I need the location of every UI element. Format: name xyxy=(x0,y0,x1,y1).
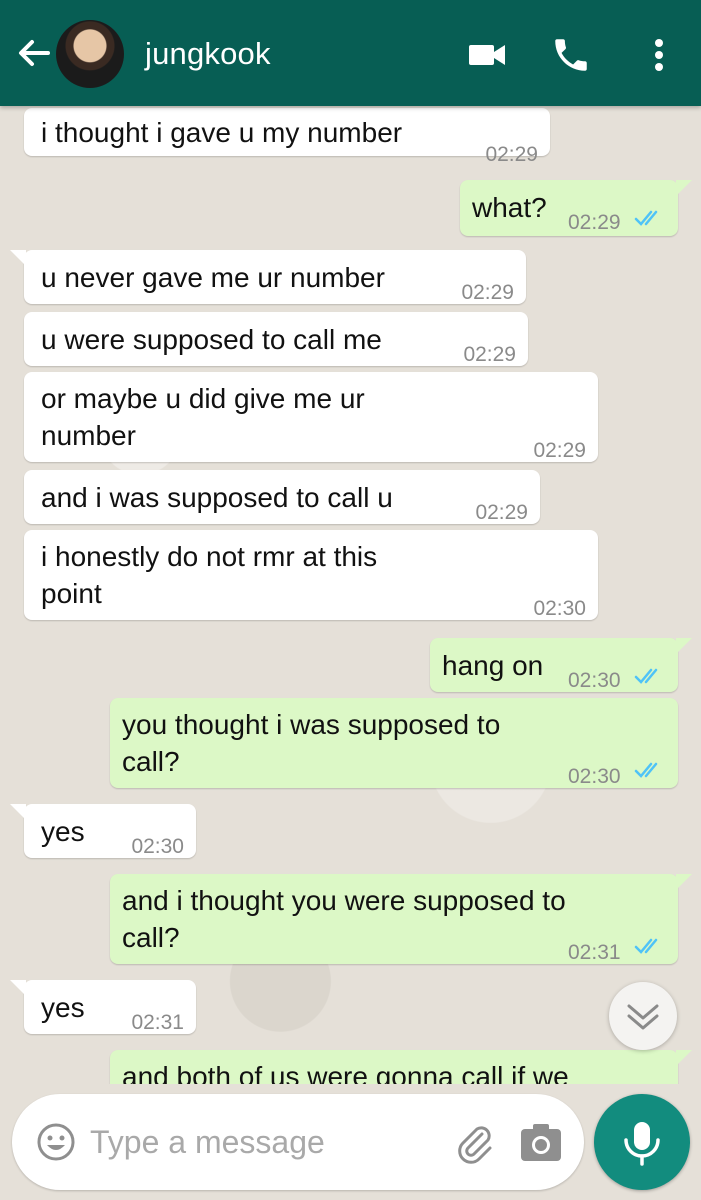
scroll-to-bottom-button[interactable] xyxy=(609,982,677,1050)
bubble-tail xyxy=(10,250,26,266)
message-outgoing[interactable]: and i thought you were supposed to call?… xyxy=(110,874,692,964)
chat-header: jungkook xyxy=(0,0,701,106)
microphone-icon xyxy=(624,1122,660,1166)
read-ticks-icon xyxy=(634,938,658,954)
message-incoming[interactable]: and i was supposed to call u 02:29 xyxy=(24,470,540,524)
message-time: 02:29 xyxy=(485,143,538,166)
bubble-tail xyxy=(10,804,26,820)
more-vertical-icon xyxy=(655,39,663,71)
message-composer: Type a message xyxy=(12,1094,584,1190)
bubble-tail xyxy=(676,638,692,654)
contact-avatar[interactable] xyxy=(56,20,124,88)
message-outgoing[interactable]: what? 02:29 xyxy=(460,180,692,236)
message-time: 02:29 xyxy=(568,211,621,234)
video-camera-icon xyxy=(469,45,505,65)
message-text: and i was supposed to call u xyxy=(41,482,393,513)
message-text: or maybe u did give me ur number xyxy=(41,383,365,451)
menu-button[interactable] xyxy=(638,34,680,76)
message-time: 02:29 xyxy=(475,501,528,524)
bubble-tail xyxy=(676,1050,692,1066)
message-list[interactable]: i thought i gave u my number 02:29 what?… xyxy=(0,106,701,1084)
read-ticks-icon xyxy=(634,210,658,226)
bubble-tail xyxy=(10,980,26,996)
read-ticks-icon xyxy=(634,668,658,684)
message-text: and i thought you were supposed to call? xyxy=(122,885,566,953)
read-ticks-icon xyxy=(634,762,658,778)
message-time: 02:29 xyxy=(533,439,586,462)
message-time: 02:30 xyxy=(568,765,621,788)
chevrons-down-icon xyxy=(627,1004,659,1030)
camera-icon xyxy=(521,1124,561,1161)
message-text: you thought i was supposed to call? xyxy=(122,709,501,777)
message-time: 02:31 xyxy=(131,1011,184,1034)
message-time: 02:30 xyxy=(533,597,586,620)
voice-call-button[interactable] xyxy=(550,34,592,76)
message-time: 02:29 xyxy=(461,281,514,304)
smiley-icon xyxy=(37,1123,75,1161)
emoji-button[interactable] xyxy=(36,1122,76,1162)
arrow-left-icon xyxy=(19,40,50,66)
message-outgoing[interactable]: hang on 02:30 xyxy=(430,638,692,692)
message-incoming[interactable]: yes 02:31 xyxy=(10,980,196,1034)
video-call-button[interactable] xyxy=(466,34,508,76)
message-time: 02:30 xyxy=(568,669,621,692)
message-incoming[interactable]: u never gave me ur number 02:29 xyxy=(10,250,526,304)
message-incoming[interactable]: u were supposed to call me 02:29 xyxy=(24,312,528,366)
message-incoming[interactable]: yes 02:30 xyxy=(10,804,196,858)
voice-message-button[interactable] xyxy=(594,1094,690,1190)
message-text: u never gave me ur number xyxy=(41,262,385,293)
message-text: i thought i gave u my number xyxy=(41,117,403,148)
message-time: 02:30 xyxy=(131,835,184,858)
message-text: and both of us were gonna call if we xyxy=(122,1061,569,1084)
message-time: 02:29 xyxy=(463,343,516,366)
message-outgoing[interactable]: you thought i was supposed to call? 02:3… xyxy=(110,698,678,788)
camera-button[interactable] xyxy=(518,1120,564,1164)
message-text: i honestly do not rmr at this point xyxy=(41,541,378,609)
message-text: yes xyxy=(41,816,85,847)
message-text: u were supposed to call me xyxy=(41,324,382,355)
message-incoming[interactable]: i thought i gave u my number 02:29 xyxy=(24,108,550,166)
message-text: yes xyxy=(41,992,85,1023)
back-button[interactable] xyxy=(14,34,52,72)
message-text: what? xyxy=(472,192,547,223)
message-incoming[interactable]: or maybe u did give me ur number 02:29 xyxy=(24,372,598,462)
message-input[interactable]: Type a message xyxy=(90,1124,325,1161)
message-time: 02:31 xyxy=(568,941,621,964)
attach-button[interactable] xyxy=(452,1120,496,1164)
bubble-tail xyxy=(676,874,692,890)
paperclip-icon xyxy=(458,1126,492,1164)
contact-name[interactable]: jungkook xyxy=(145,36,271,72)
message-text: hang on xyxy=(442,650,544,681)
message-outgoing[interactable]: and both of us were gonna call if we xyxy=(110,1050,692,1084)
phone-icon xyxy=(555,39,587,71)
message-incoming[interactable]: i honestly do not rmr at this point 02:3… xyxy=(24,530,598,620)
bubble-tail xyxy=(676,180,692,196)
